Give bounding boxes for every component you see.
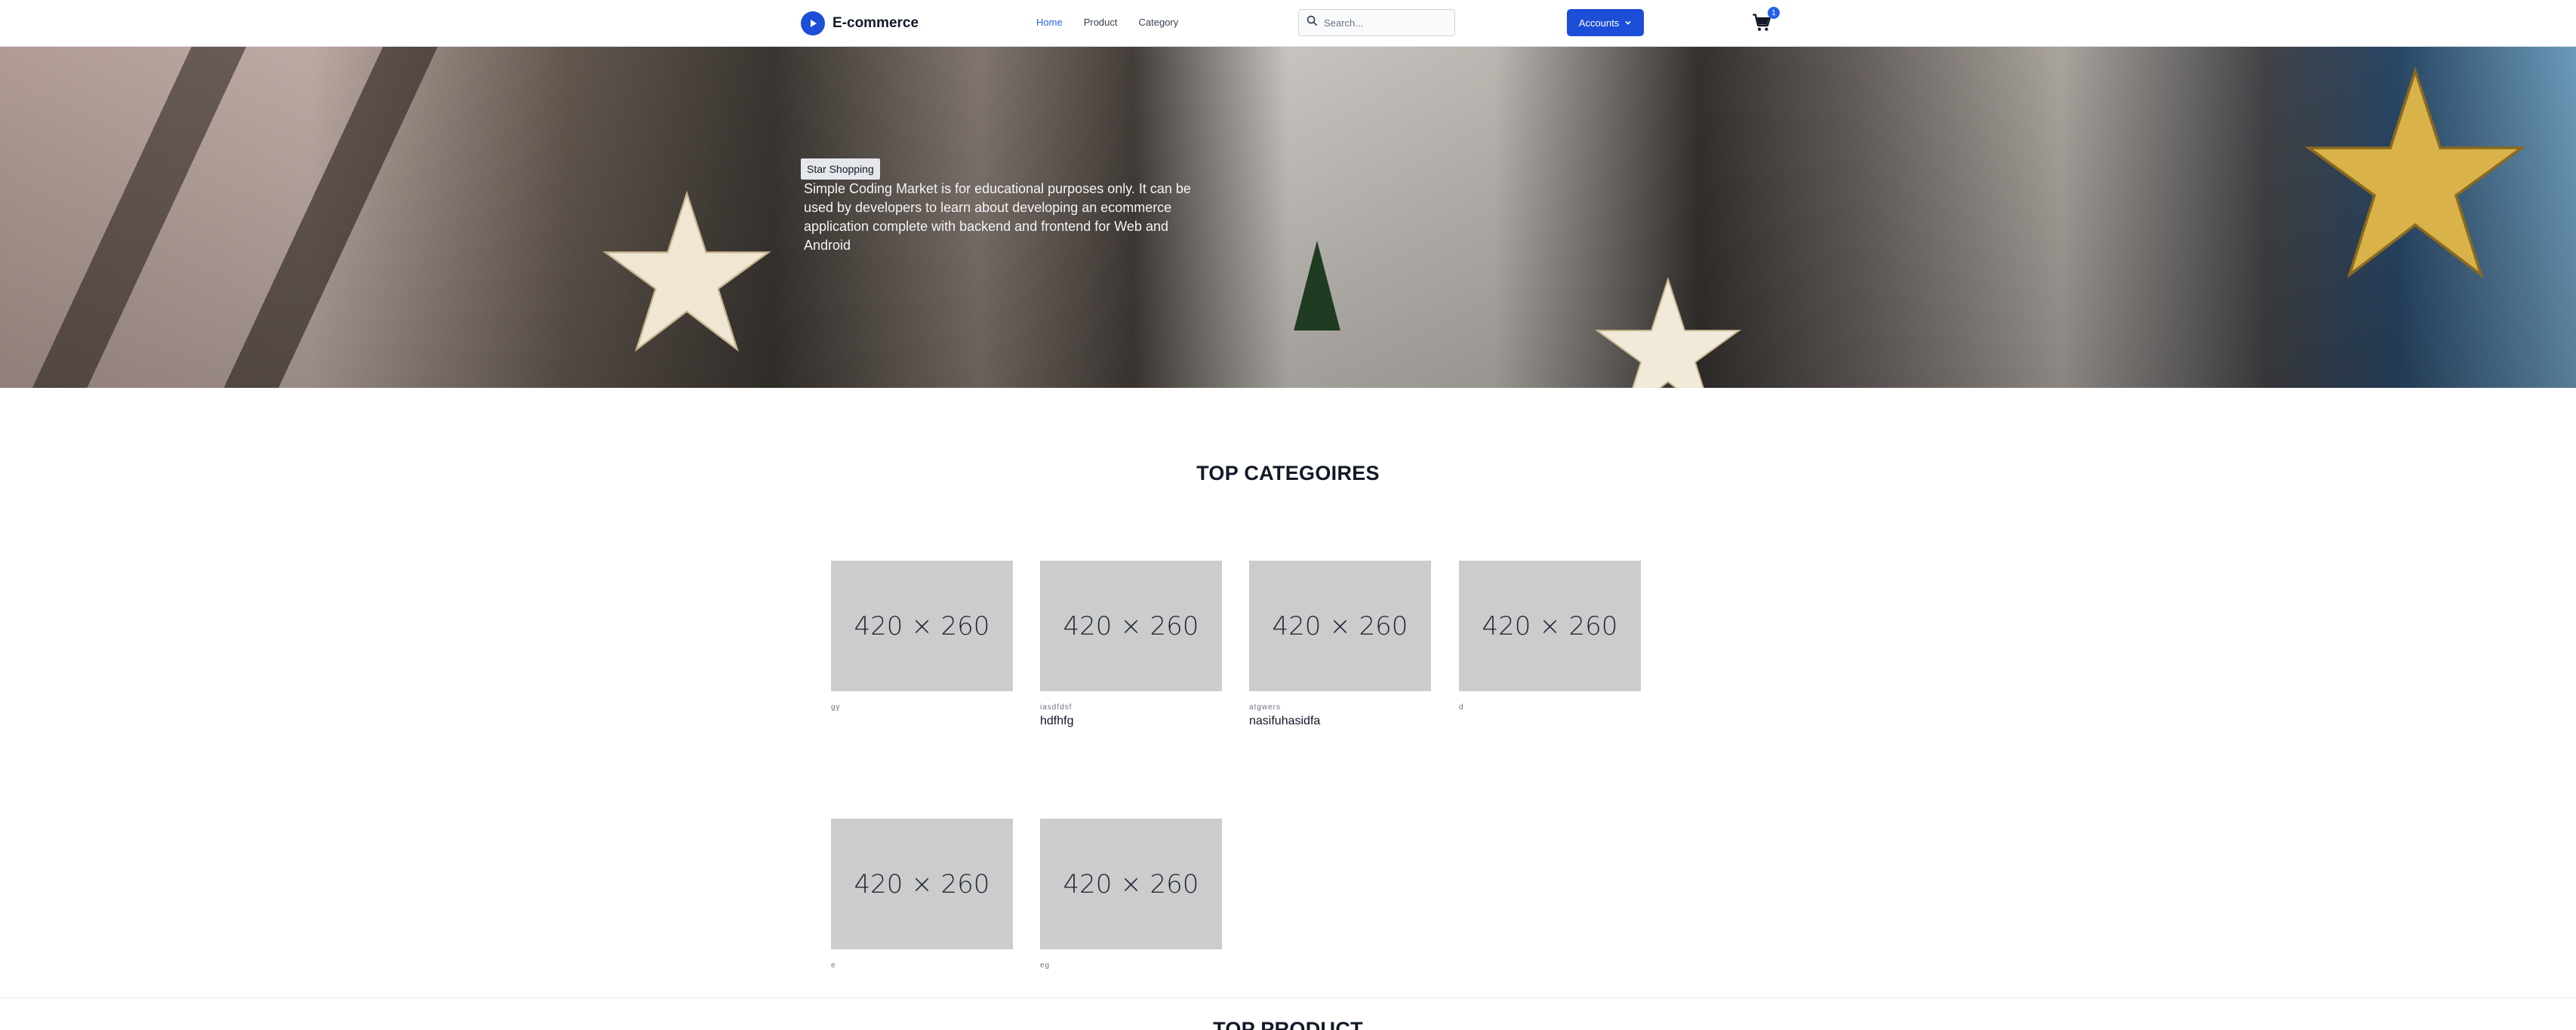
category-subtitle: gy (831, 703, 841, 712)
christmas-tree-icon (1294, 241, 1340, 331)
accounts-label: Accounts (1578, 17, 1620, 29)
accounts-dropdown-button[interactable]: Accounts (1567, 9, 1644, 36)
category-image-placeholder: 420 × 260 (1459, 561, 1641, 691)
category-card[interactable]: 420 × 260 e (831, 819, 1013, 973)
category-subtitle: e (831, 961, 836, 970)
categories-title: TOP CATEGOIRES (1196, 462, 1380, 484)
category-image-placeholder: 420 × 260 (831, 561, 1013, 691)
hero-banner: Star Shopping Simple Coding Market is fo… (0, 47, 2576, 388)
cart-button[interactable]: 1 (1751, 7, 1781, 36)
category-image-placeholder: 420 × 260 (1040, 561, 1222, 691)
brand-name: E-commerce (833, 15, 919, 31)
hero-description: Simple Coding Market is for educational … (804, 181, 1191, 253)
category-card[interactable]: 420 × 260 eg (1040, 819, 1222, 973)
category-image-placeholder: 420 × 260 (1040, 819, 1222, 949)
nav-product[interactable]: Product (1084, 15, 1118, 30)
main-nav: Home Product Category (1036, 15, 1199, 30)
category-card[interactable]: 420 × 260 gy (831, 561, 1013, 715)
category-name: hdfhfg (1040, 715, 1074, 727)
category-subtitle: d (1459, 703, 1464, 712)
category-card[interactable]: 420 × 260 iasdfdsf hdfhfg (1040, 561, 1222, 728)
search-box (1298, 9, 1455, 36)
category-card[interactable]: 420 × 260 d (1459, 561, 1641, 715)
hero-tag: Star Shopping (801, 158, 880, 180)
category-card[interactable]: 420 × 260 atgwers nasifuhasidfa (1249, 561, 1431, 728)
brand-link[interactable]: E-commerce (801, 11, 919, 36)
cart-count-badge: 1 (1768, 7, 1780, 19)
nav-home[interactable]: Home (1036, 15, 1063, 30)
play-logo-icon (801, 11, 825, 35)
decorative-star-icon (1594, 276, 1742, 388)
products-title: TOP PRODUCT (1213, 1018, 1363, 1030)
category-subtitle: eg (1040, 961, 1051, 970)
search-icon (1306, 15, 1318, 30)
category-subtitle: iasdfdsf (1040, 703, 1073, 712)
search-input[interactable] (1324, 17, 1445, 29)
top-navbar: E-commerce Home Product Category Account… (0, 0, 2576, 47)
nav-category[interactable]: Category (1139, 15, 1179, 30)
category-subtitle: atgwers (1249, 703, 1282, 712)
decorative-star-icon (2304, 66, 2526, 278)
chevron-down-icon (1624, 17, 1632, 29)
category-name: nasifuhasidfa (1249, 715, 1321, 727)
category-image-placeholder: 420 × 260 (1249, 561, 1431, 691)
decorative-star-icon (602, 190, 771, 352)
category-image-placeholder: 420 × 260 (831, 819, 1013, 949)
